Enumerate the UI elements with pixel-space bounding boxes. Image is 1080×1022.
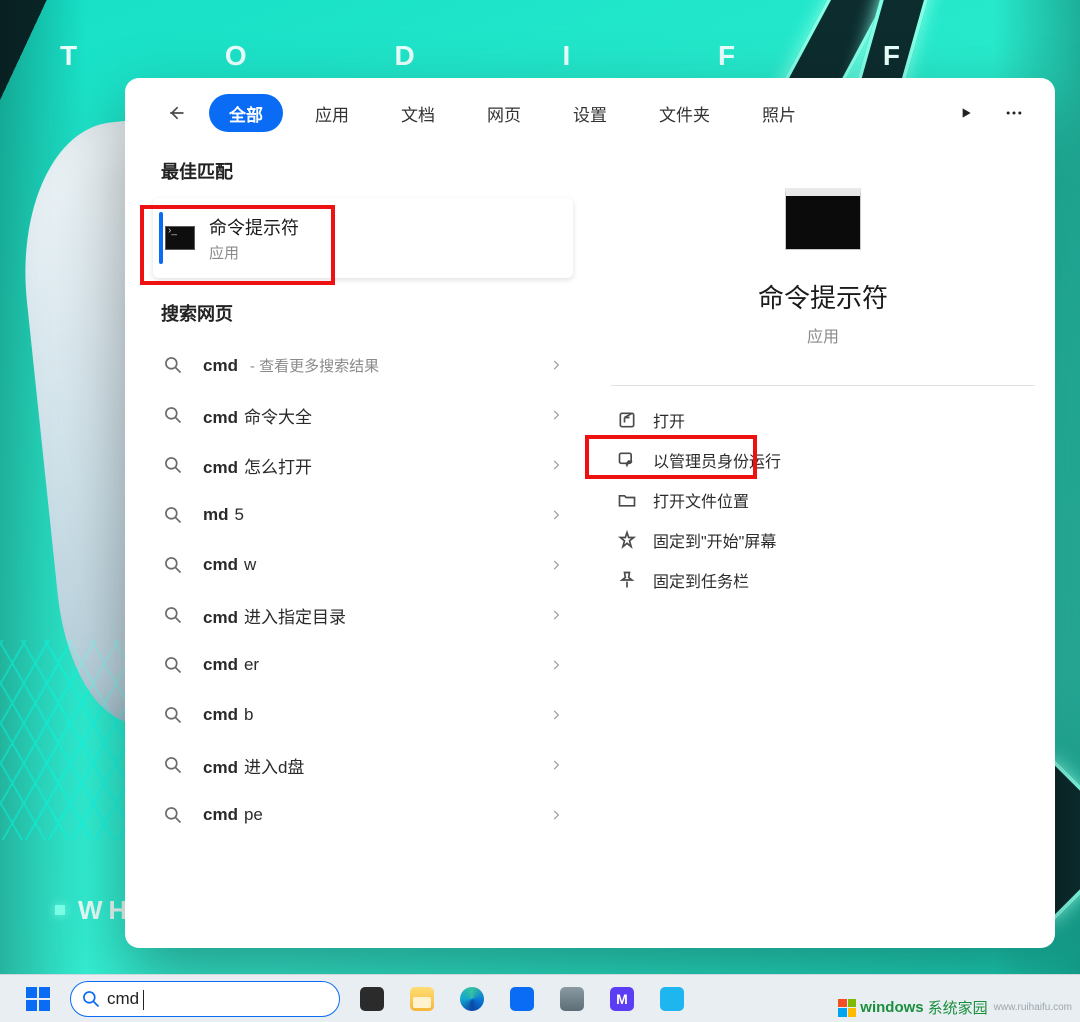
best-match-subtitle: 应用 <box>209 242 299 263</box>
web-result-item[interactable]: md5 <box>153 490 573 540</box>
search-icon <box>163 405 183 425</box>
taskbar-store[interactable] <box>504 981 540 1017</box>
search-icon <box>163 805 183 825</box>
action-open-location[interactable]: 打开文件位置 <box>611 480 1035 520</box>
chevron-right-icon <box>549 508 563 522</box>
more-button[interactable] <box>995 94 1033 132</box>
action-pin-taskbar[interactable]: 固定到任务栏 <box>611 560 1035 600</box>
best-match-heading: 最佳匹配 <box>161 158 573 184</box>
web-result-item[interactable]: cmdb <box>153 690 573 740</box>
chevron-right-icon <box>549 708 563 722</box>
cmd-icon <box>165 226 195 250</box>
action-label: 以管理员身份运行 <box>653 448 781 472</box>
chevron-right-icon <box>549 658 563 672</box>
edge-icon <box>460 987 484 1011</box>
chevron-right-icon <box>549 358 563 372</box>
pin-taskbar-icon <box>617 570 637 590</box>
wallpaper-text: T O D I F F E R E N T <box>60 40 1040 80</box>
preview-title: 命令提示符 <box>758 278 888 315</box>
divider <box>611 385 1035 386</box>
results-column: 最佳匹配 命令提示符 应用 搜索网页 cmd - 查看更多搜索结果 <box>153 148 583 948</box>
chevron-right-icon <box>549 458 563 472</box>
web-results: cmd - 查看更多搜索结果 cmd命令大全 cmd怎么打开 <box>153 340 573 840</box>
preview-app-icon <box>785 188 861 250</box>
taskbar-app-c[interactable] <box>654 981 690 1017</box>
best-match-card[interactable]: 命令提示符 应用 <box>153 198 573 278</box>
chevron-right-icon <box>549 758 563 772</box>
app-icon <box>660 987 684 1011</box>
windows-logo-icon <box>26 987 50 1011</box>
web-result-item[interactable]: cmd 进入d盘 <box>153 740 573 790</box>
app-icon <box>560 987 584 1011</box>
preview-column: 命令提示符 应用 打开 以管理员身份运行 打开文件位置 <box>583 148 1035 948</box>
taskbar-search[interactable] <box>70 981 340 1017</box>
explorer-icon <box>410 987 434 1011</box>
chevron-right-icon <box>549 558 563 572</box>
action-open[interactable]: 打开 <box>611 400 1035 440</box>
best-match-title: 命令提示符 <box>209 214 299 240</box>
folder-open-icon <box>617 490 637 510</box>
taskbar-app-a[interactable] <box>554 981 590 1017</box>
tab-documents[interactable]: 文档 <box>381 94 455 132</box>
tab-all[interactable]: 全部 <box>209 94 283 132</box>
preview-subtitle: 应用 <box>807 323 839 347</box>
search-icon <box>163 555 183 575</box>
action-label: 固定到"开始"屏幕 <box>653 528 776 552</box>
desktop-wallpaper: T O D I F F E R E N T WH 全部 应用 文档 网页 设置 … <box>0 0 1080 1022</box>
taskbar-explorer[interactable] <box>404 981 440 1017</box>
search-icon <box>81 989 101 1009</box>
more-icon <box>1004 103 1024 123</box>
tab-settings[interactable]: 设置 <box>553 94 627 132</box>
search-icon <box>163 605 183 625</box>
start-button[interactable] <box>20 981 56 1017</box>
tab-web[interactable]: 网页 <box>467 94 541 132</box>
taskbar-search-input[interactable] <box>107 989 325 1009</box>
search-icon <box>163 455 183 475</box>
web-heading: 搜索网页 <box>161 300 573 326</box>
play-icon <box>958 105 974 121</box>
tab-photos[interactable]: 照片 <box>742 94 816 132</box>
watermark: windows系统家园 www.ruihaifu.com <box>838 997 1072 1018</box>
search-panel: 全部 应用 文档 网页 设置 文件夹 照片 最佳匹配 <box>125 78 1055 948</box>
chevron-right-icon <box>549 608 563 622</box>
search-icon <box>163 705 183 725</box>
back-button[interactable] <box>159 96 193 130</box>
search-icon <box>163 505 183 525</box>
web-result-item[interactable]: cmd进入指定目录 <box>153 590 573 640</box>
taskview-icon <box>360 987 384 1011</box>
tab-folders[interactable]: 文件夹 <box>639 94 730 132</box>
search-icon <box>163 755 183 775</box>
taskbar-taskview[interactable] <box>354 981 390 1017</box>
chevron-right-icon <box>549 408 563 422</box>
caret-icon <box>143 990 144 1010</box>
admin-icon <box>617 450 637 470</box>
pin-start-icon <box>617 530 637 550</box>
web-result-item[interactable]: cmd怎么打开 <box>153 440 573 490</box>
arrow-left-icon <box>166 103 186 123</box>
action-run-as-admin[interactable]: 以管理员身份运行 <box>611 440 1035 480</box>
chevron-right-icon <box>549 808 563 822</box>
open-icon <box>617 410 637 430</box>
web-result-item[interactable]: cmdw <box>153 540 573 590</box>
filter-tabs: 全部 应用 文档 网页 设置 文件夹 照片 <box>209 94 816 132</box>
web-result-item[interactable]: cmd命令大全 <box>153 390 573 440</box>
web-result-item[interactable]: cmd - 查看更多搜索结果 <box>153 340 573 390</box>
search-icon <box>163 355 183 375</box>
web-result-item[interactable]: cmdpe <box>153 790 573 840</box>
store-icon <box>510 987 534 1011</box>
app-icon: M <box>610 987 634 1011</box>
windows-flag-icon <box>838 999 856 1017</box>
taskbar-app-b[interactable]: M <box>604 981 640 1017</box>
action-label: 固定到任务栏 <box>653 568 749 592</box>
search-icon <box>163 655 183 675</box>
panel-header: 全部 应用 文档 网页 设置 文件夹 照片 <box>125 78 1055 148</box>
action-label: 打开文件位置 <box>653 488 749 512</box>
tab-apps[interactable]: 应用 <box>295 94 369 132</box>
action-label: 打开 <box>653 408 685 432</box>
action-pin-start[interactable]: 固定到"开始"屏幕 <box>611 520 1035 560</box>
web-result-item[interactable]: cmder <box>153 640 573 690</box>
play-button[interactable] <box>947 94 985 132</box>
taskbar-edge[interactable] <box>454 981 490 1017</box>
